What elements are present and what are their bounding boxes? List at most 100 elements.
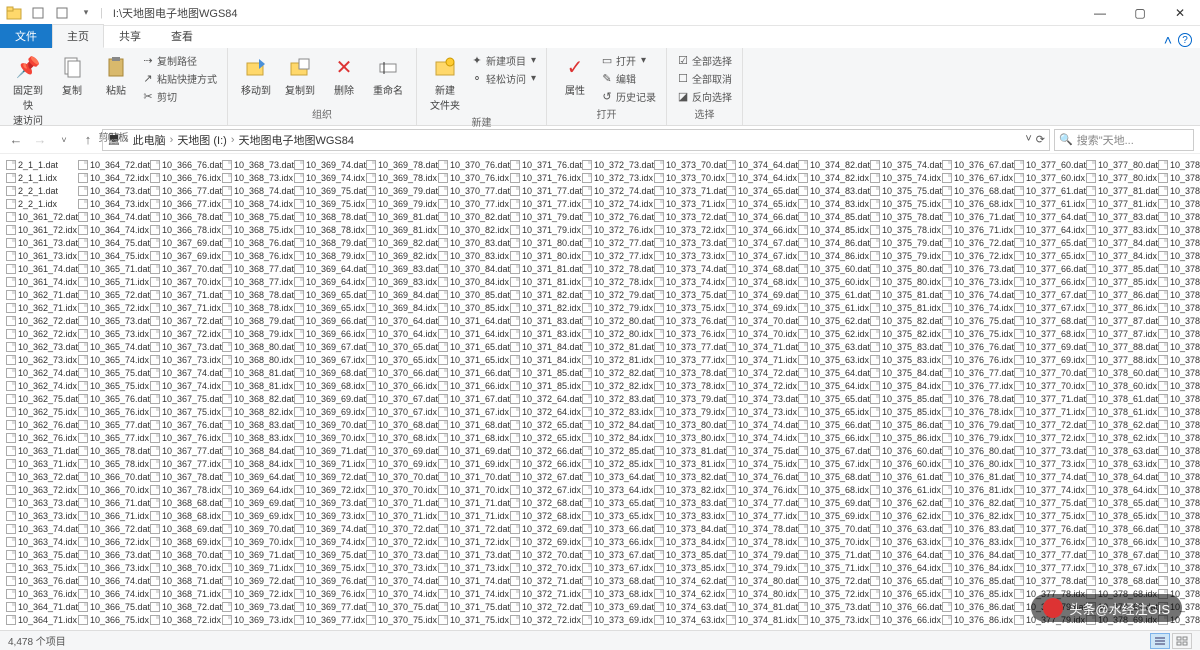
delete-button[interactable]: ✕删除 (324, 52, 364, 99)
file-item[interactable]: 10_365_75.idx (78, 379, 150, 392)
file-item[interactable]: 10_365_74.idx (78, 353, 150, 366)
file-item[interactable]: 10_370_68.idx (366, 431, 438, 444)
file-item[interactable]: 10_377_69.dat (1014, 340, 1086, 353)
file-item[interactable]: 10_374_76.dat (726, 470, 798, 483)
file-item[interactable]: 10_374_69.dat (726, 288, 798, 301)
file-item[interactable]: 10_377_61.idx (1014, 197, 1086, 210)
file-item[interactable]: 10_365_72.dat (78, 288, 150, 301)
file-item[interactable]: 10_371_85.idx (510, 379, 582, 392)
file-item[interactable]: 10_375_68.idx (798, 483, 870, 496)
file-item[interactable]: 10_378_87.dat (1158, 574, 1200, 587)
maximize-button[interactable]: ▢ (1120, 0, 1160, 26)
file-item[interactable]: 10_369_68.dat (294, 366, 366, 379)
open-button[interactable]: ▭打开▾ (599, 52, 658, 69)
file-item[interactable]: 10_370_75.idx (366, 613, 438, 626)
file-item[interactable]: 10_365_71.idx (78, 275, 150, 288)
file-item[interactable]: 10_377_60.dat (1014, 158, 1086, 171)
file-item[interactable]: 10_377_78.dat (1014, 574, 1086, 587)
select-none-button[interactable]: ☐全部取消 (675, 70, 734, 87)
file-item[interactable]: 10_376_77.dat (942, 366, 1014, 379)
invert-selection-button[interactable]: ◪反向选择 (675, 88, 734, 105)
file-item[interactable]: 10_368_72.idx (150, 613, 222, 626)
file-item[interactable]: 10_369_72.dat (222, 574, 294, 587)
file-item[interactable]: 10_371_65.idx (438, 353, 510, 366)
file-item[interactable]: 10_377_77.dat (1014, 548, 1086, 561)
search-input[interactable]: 🔍 搜索"天地... (1054, 129, 1194, 151)
file-item[interactable]: 10_373_64.idx (582, 483, 654, 496)
file-item[interactable]: 10_372_83.idx (582, 405, 654, 418)
file-item[interactable]: 10_368_73.dat (222, 158, 294, 171)
file-item[interactable]: 10_371_71.dat (438, 496, 510, 509)
file-item[interactable]: 10_362_75.dat (6, 392, 78, 405)
file-item[interactable]: 10_374_74.idx (726, 431, 798, 444)
file-item[interactable]: 10_373_83.idx (654, 509, 726, 522)
file-item[interactable]: 10_368_80.dat (222, 340, 294, 353)
file-item[interactable]: 10_375_72.dat (798, 574, 870, 587)
file-item[interactable]: 2_1_1.idx (6, 171, 78, 184)
file-item[interactable]: 10_375_79.dat (870, 236, 942, 249)
file-item[interactable]: 10_378_76.idx (1158, 301, 1200, 314)
file-item[interactable]: 10_373_75.dat (654, 288, 726, 301)
file-item[interactable]: 10_372_76.idx (582, 223, 654, 236)
file-item[interactable]: 10_375_64.idx (798, 379, 870, 392)
file-item[interactable]: 10_371_75.idx (438, 613, 510, 626)
file-item[interactable]: 10_377_66.idx (1014, 275, 1086, 288)
file-item[interactable]: 10_377_71.idx (1014, 405, 1086, 418)
file-item[interactable]: 10_371_76.idx (510, 171, 582, 184)
file-item[interactable]: 10_378_79.dat (1158, 366, 1200, 379)
tab-file[interactable]: 文件 (0, 24, 52, 48)
file-item[interactable]: 10_366_77.idx (150, 197, 222, 210)
file-item[interactable]: 10_369_82.idx (366, 249, 438, 262)
file-item[interactable]: 10_370_77.dat (438, 184, 510, 197)
file-item[interactable]: 10_377_84.dat (1086, 236, 1158, 249)
file-item[interactable]: 10_366_78.idx (150, 223, 222, 236)
file-item[interactable]: 10_373_82.idx (654, 483, 726, 496)
file-item[interactable]: 10_378_66.idx (1086, 535, 1158, 548)
file-item[interactable]: 10_377_68.idx (1014, 327, 1086, 340)
file-item[interactable]: 10_366_72.dat (78, 522, 150, 535)
file-item[interactable]: 2_2_1.dat (6, 184, 78, 197)
file-item[interactable]: 10_372_77.dat (582, 236, 654, 249)
file-item[interactable]: 10_368_81.dat (222, 366, 294, 379)
file-item[interactable]: 10_372_70.dat (510, 548, 582, 561)
file-item[interactable]: 10_362_75.idx (6, 405, 78, 418)
file-item[interactable]: 10_373_81.dat (654, 444, 726, 457)
file-item[interactable]: 10_373_71.idx (654, 197, 726, 210)
file-item[interactable]: 10_377_76.dat (1014, 522, 1086, 535)
file-item[interactable]: 10_377_64.dat (1014, 210, 1086, 223)
file-item[interactable]: 10_376_61.dat (870, 470, 942, 483)
file-item[interactable]: 10_369_70.idx (294, 431, 366, 444)
file-item[interactable]: 10_370_83.dat (438, 236, 510, 249)
file-item[interactable]: 10_370_67.idx (366, 405, 438, 418)
file-item[interactable]: 10_377_83.dat (1086, 210, 1158, 223)
file-item[interactable]: 10_371_67.idx (438, 405, 510, 418)
file-item[interactable]: 10_376_67.idx (942, 171, 1014, 184)
file-item[interactable]: 10_376_66.idx (870, 613, 942, 626)
file-item[interactable]: 10_372_84.idx (582, 431, 654, 444)
file-item[interactable]: 10_372_73.dat (582, 158, 654, 171)
file-item[interactable]: 10_372_76.dat (582, 210, 654, 223)
file-item[interactable]: 10_371_80.idx (510, 249, 582, 262)
file-item[interactable]: 10_370_83.idx (438, 249, 510, 262)
file-item[interactable]: 10_376_76.dat (942, 340, 1014, 353)
file-item[interactable]: 10_370_85.dat (438, 288, 510, 301)
file-item[interactable]: 10_369_75.idx (294, 561, 366, 574)
file-item[interactable]: 10_365_77.idx (78, 431, 150, 444)
file-item[interactable]: 10_363_74.idx (6, 535, 78, 548)
file-item[interactable]: 10_377_86.dat (1086, 288, 1158, 301)
file-item[interactable]: 10_370_82.idx (438, 223, 510, 236)
file-item[interactable]: 10_366_75.dat (78, 600, 150, 613)
file-item[interactable]: 10_376_84.dat (942, 548, 1014, 561)
file-item[interactable]: 10_365_78.dat (78, 444, 150, 457)
file-item[interactable]: 10_363_76.dat (6, 574, 78, 587)
file-item[interactable]: 10_375_75.dat (870, 184, 942, 197)
file-item[interactable]: 10_374_74.dat (726, 418, 798, 431)
file-item[interactable]: 10_370_85.idx (438, 301, 510, 314)
file-item[interactable]: 10_378_78.dat (1158, 340, 1200, 353)
file-item[interactable]: 10_373_64.dat (582, 470, 654, 483)
paste-shortcut-button[interactable]: ↗粘贴快捷方式 (140, 70, 219, 87)
file-item[interactable]: 10_369_72.idx (222, 587, 294, 600)
file-item[interactable]: 10_378_74.idx (1158, 249, 1200, 262)
file-item[interactable]: 10_373_79.dat (654, 392, 726, 405)
file-item[interactable]: 10_374_69.idx (726, 301, 798, 314)
